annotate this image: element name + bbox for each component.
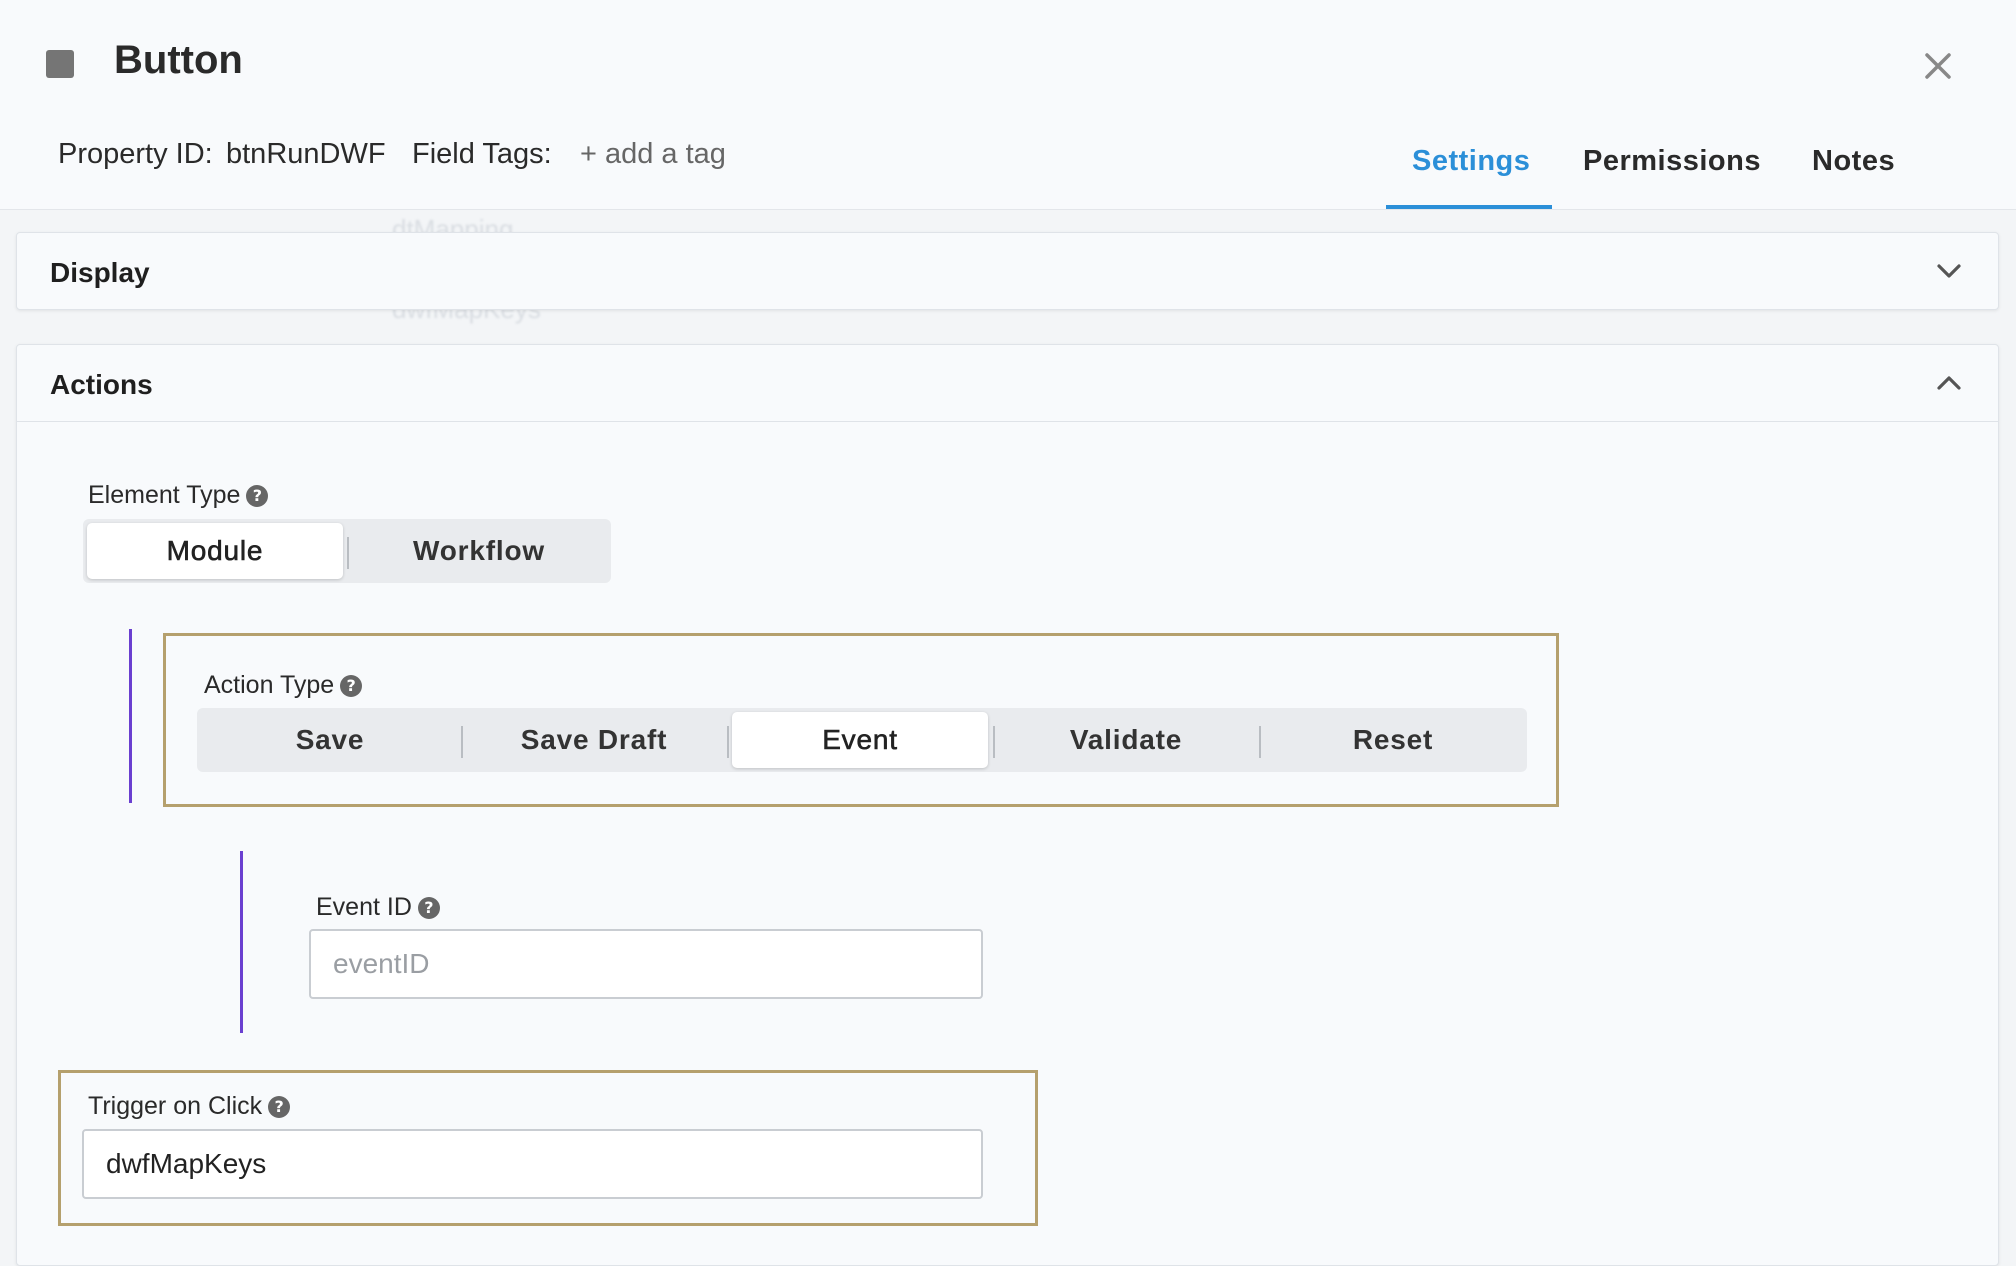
actions-panel: Actions Element Type? Module Workflow Ac… (16, 344, 1999, 1266)
tab-notes[interactable]: Notes (1812, 145, 1895, 178)
add-tag-link[interactable]: + add a tag (580, 138, 726, 171)
action-type-option-validate[interactable]: Validate (997, 712, 1255, 768)
element-type-label: Element Type? (88, 481, 269, 510)
help-icon[interactable]: ? (417, 897, 440, 919)
tab-settings[interactable]: Settings (1412, 145, 1530, 178)
property-id-label: Property ID: (58, 138, 213, 170)
action-type-option-save-draft[interactable]: Save Draft (465, 712, 723, 768)
modal-header: Button Property ID: btnRunDWF Field Tags… (0, 0, 2016, 210)
actions-panel-header[interactable]: Actions (17, 345, 1998, 422)
segment-divider (461, 726, 463, 758)
close-icon[interactable] (1918, 46, 1958, 86)
element-type-option-workflow[interactable]: Workflow (351, 523, 607, 579)
tab-permissions[interactable]: Permissions (1583, 145, 1761, 178)
action-type-label-text: Action Type (204, 671, 335, 699)
event-id-input[interactable] (309, 929, 983, 999)
segment-divider (993, 726, 995, 758)
actions-panel-title: Actions (50, 369, 153, 400)
button-component-icon (46, 50, 74, 78)
element-type-toggle: Module Workflow (83, 519, 611, 583)
display-panel: Display (16, 232, 1999, 310)
help-icon[interactable]: ? (340, 675, 363, 697)
segment-divider (1259, 726, 1261, 758)
action-type-option-event[interactable]: Event (732, 712, 988, 768)
display-panel-header[interactable]: Display (17, 233, 1998, 309)
field-tags-label: Field Tags: (412, 138, 552, 170)
active-tab-indicator (1386, 205, 1552, 209)
event-id-label: Event ID? (316, 893, 440, 922)
element-type-label-text: Element Type (88, 481, 241, 509)
nested-indicator-line (129, 629, 132, 803)
trigger-on-click-label: Trigger on Click? (88, 1092, 291, 1121)
nested-indicator-line (240, 851, 243, 1033)
help-icon[interactable]: ? (246, 485, 269, 507)
chevron-down-icon[interactable] (1933, 255, 1965, 287)
action-type-toggle: Save Save Draft Event Validate Reset (197, 708, 1527, 772)
action-type-option-reset[interactable]: Reset (1263, 712, 1523, 768)
element-type-option-module[interactable]: Module (87, 523, 343, 579)
segment-divider (347, 537, 349, 569)
trigger-on-click-label-text: Trigger on Click (88, 1092, 263, 1120)
property-id-value: btnRunDWF (226, 138, 386, 170)
chevron-up-icon[interactable] (1933, 367, 1965, 399)
event-id-label-text: Event ID (316, 893, 412, 921)
display-panel-title: Display (50, 257, 150, 288)
action-type-label: Action Type? (204, 671, 363, 700)
segment-divider (727, 726, 729, 758)
help-icon[interactable]: ? (268, 1096, 291, 1118)
action-type-option-save[interactable]: Save (201, 712, 459, 768)
modal-title: Button (114, 38, 243, 82)
trigger-on-click-input[interactable] (82, 1129, 983, 1199)
